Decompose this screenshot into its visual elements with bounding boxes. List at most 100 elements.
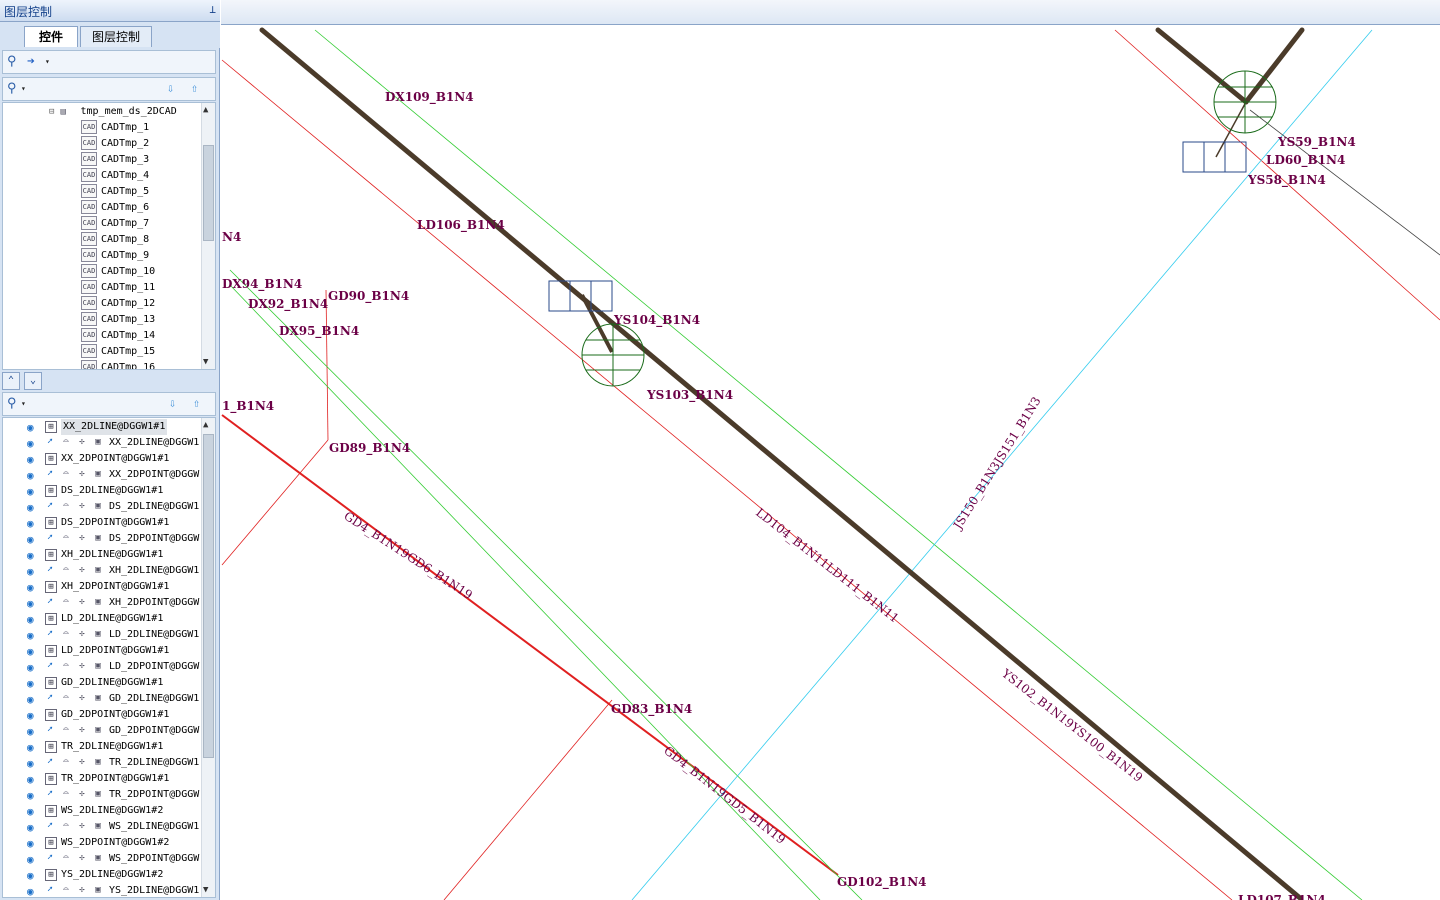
- expand-down-button[interactable]: ⌄: [24, 372, 42, 390]
- visibility-eye-icon[interactable]: ◉: [27, 756, 34, 772]
- layer-type-icon[interactable]: ▣: [93, 661, 103, 671]
- tree-item[interactable]: CAD CADTmp_2: [81, 136, 149, 152]
- tree-item[interactable]: CAD CADTmp_5: [81, 184, 149, 200]
- map-canvas[interactable]: DX109_B1N4 LD106_B1N4 N4 DX94_B1N4 DX92_B1N4…: [221, 25, 1440, 900]
- scroll-up-icon[interactable]: ▲: [203, 420, 208, 430]
- select-icon[interactable]: ➚: [45, 565, 55, 575]
- visibility-eye-icon[interactable]: ◉: [27, 596, 34, 612]
- edit-node-icon[interactable]: ✢: [77, 565, 87, 575]
- edit-node-icon[interactable]: ✢: [77, 853, 87, 863]
- move-up-icon[interactable]: ⇧: [191, 81, 198, 95]
- visibility-eye-icon[interactable]: ◉: [27, 516, 34, 532]
- visibility-eye-icon[interactable]: ◉: [27, 484, 34, 500]
- layer-row[interactable]: ◉ ⊞ DS_2DLINE@DGGW1#1: [3, 483, 201, 499]
- tree-item[interactable]: CAD CADTmp_3: [81, 152, 149, 168]
- chevron-down-icon[interactable]: ▾: [45, 57, 50, 66]
- visibility-eye-icon[interactable]: ◉: [27, 468, 34, 484]
- scroll-down-icon[interactable]: ▼: [203, 357, 208, 367]
- move-down-icon[interactable]: ⇩: [169, 396, 176, 410]
- layer-type-icon[interactable]: ▣: [93, 693, 103, 703]
- select-icon[interactable]: ➚: [45, 661, 55, 671]
- search-icon[interactable]: ⚲: [7, 396, 17, 412]
- layer-row[interactable]: ◉ ⊞ TR_2DLINE@DGGW1#1: [3, 739, 201, 755]
- layer-type-icon[interactable]: ▣: [93, 885, 103, 895]
- layer-row[interactable]: ◉ ➚ ⌓ ✢ ▣ DS_2DPOINT@DGGW: [3, 531, 201, 547]
- select-icon[interactable]: ➚: [45, 533, 55, 543]
- edit-node-icon[interactable]: ✢: [77, 885, 87, 895]
- pin-icon[interactable]: ⊥: [209, 3, 216, 16]
- select-icon[interactable]: ➚: [45, 757, 55, 767]
- tree-item[interactable]: CAD CADTmp_13: [81, 312, 155, 328]
- layer-row[interactable]: ◉ ➚ ⌓ ✢ ▣ WS_2DPOINT@DGGW: [3, 851, 201, 867]
- layer-row[interactable]: ◉ ⊞ WS_2DLINE@DGGW1#2: [3, 803, 201, 819]
- tab-controls[interactable]: 控件: [24, 26, 78, 47]
- layer-row[interactable]: ◉ ⊞ TR_2DPOINT@DGGW1#1: [3, 771, 201, 787]
- select-icon[interactable]: ➚: [45, 821, 55, 831]
- edit-node-icon[interactable]: ✢: [77, 469, 87, 479]
- visibility-eye-icon[interactable]: ◉: [27, 852, 34, 868]
- scroll-down-icon[interactable]: ▼: [203, 885, 208, 895]
- layer-type-icon[interactable]: ▣: [93, 501, 103, 511]
- layer-row[interactable]: ◉ ⊞ GD_2DLINE@DGGW1#1: [3, 675, 201, 691]
- select-icon[interactable]: ➚: [45, 789, 55, 799]
- select-icon[interactable]: ➚: [45, 501, 55, 511]
- snap-icon[interactable]: ⌓: [61, 757, 71, 767]
- tree-item[interactable]: CAD CADTmp_4: [81, 168, 149, 184]
- visibility-eye-icon[interactable]: ◉: [27, 436, 34, 452]
- tree-item[interactable]: CAD CADTmp_6: [81, 200, 149, 216]
- layer-row[interactable]: ◉ ➚ ⌓ ✢ ▣ LD_2DPOINT@DGGW: [3, 659, 201, 675]
- visibility-eye-icon[interactable]: ◉: [27, 820, 34, 836]
- layer-type-icon[interactable]: ▣: [93, 789, 103, 799]
- visibility-eye-icon[interactable]: ◉: [27, 692, 34, 708]
- layer-row[interactable]: ◉ ➚ ⌓ ✢ ▣ XH_2DLINE@DGGW1: [3, 563, 201, 579]
- snap-icon[interactable]: ⌓: [61, 437, 71, 447]
- layer-type-icon[interactable]: ▣: [93, 725, 103, 735]
- layer-row[interactable]: ◉ ➚ ⌓ ✢ ▣ TR_2DPOINT@DGGW: [3, 787, 201, 803]
- move-down-icon[interactable]: ⇩: [167, 81, 174, 95]
- layer-type-icon[interactable]: ▣: [93, 629, 103, 639]
- tree-item[interactable]: CAD CADTmp_7: [81, 216, 149, 232]
- edit-node-icon[interactable]: ✢: [77, 437, 87, 447]
- snap-icon[interactable]: ⌓: [61, 661, 71, 671]
- visibility-eye-icon[interactable]: ◉: [27, 708, 34, 724]
- visibility-eye-icon[interactable]: ◉: [27, 532, 34, 548]
- edit-node-icon[interactable]: ✢: [77, 501, 87, 511]
- snap-icon[interactable]: ⌓: [61, 821, 71, 831]
- snap-icon[interactable]: ⌓: [61, 693, 71, 703]
- visibility-eye-icon[interactable]: ◉: [27, 420, 34, 436]
- snap-icon[interactable]: ⌓: [61, 565, 71, 575]
- tree-item[interactable]: CAD CADTmp_16: [81, 360, 155, 369]
- layer-type-icon[interactable]: ▣: [93, 533, 103, 543]
- visibility-eye-icon[interactable]: ◉: [27, 788, 34, 804]
- select-icon[interactable]: ➚: [45, 853, 55, 863]
- search-icon[interactable]: ⚲: [7, 81, 17, 97]
- visibility-eye-icon[interactable]: ◉: [27, 868, 34, 884]
- visibility-eye-icon[interactable]: ◉: [27, 836, 34, 852]
- layer-type-icon[interactable]: ▣: [93, 437, 103, 447]
- snap-icon[interactable]: ⌓: [61, 469, 71, 479]
- tree-scrollbar[interactable]: ▲ ▼: [201, 103, 215, 369]
- layer-row[interactable]: ◉ ⊞ XH_2DLINE@DGGW1#1: [3, 547, 201, 563]
- snap-icon[interactable]: ⌓: [61, 533, 71, 543]
- layer-type-icon[interactable]: ▣: [93, 757, 103, 767]
- tree-item[interactable]: CAD CADTmp_14: [81, 328, 155, 344]
- visibility-eye-icon[interactable]: ◉: [27, 772, 34, 788]
- layer-row[interactable]: ◉ ➚ ⌓ ✢ ▣ YS_2DLINE@DGGW1: [3, 883, 201, 897]
- visibility-eye-icon[interactable]: ◉: [27, 660, 34, 676]
- visibility-eye-icon[interactable]: ◉: [27, 740, 34, 756]
- collapse-up-button[interactable]: ⌃: [2, 372, 20, 390]
- chevron-down-icon[interactable]: ▾: [21, 399, 26, 408]
- layer-row[interactable]: ◉ ➚ ⌓ ✢ ▣ GD_2DLINE@DGGW1: [3, 691, 201, 707]
- layer-row[interactable]: ◉ ➚ ⌓ ✢ ▣ XX_2DLINE@DGGW1: [3, 435, 201, 451]
- snap-icon[interactable]: ⌓: [61, 725, 71, 735]
- select-icon[interactable]: ➚: [45, 725, 55, 735]
- edit-node-icon[interactable]: ✢: [77, 661, 87, 671]
- layer-row[interactable]: ◉ ➚ ⌓ ✢ ▣ TR_2DLINE@DGGW1: [3, 755, 201, 771]
- layer-row[interactable]: ◉ ⊞ WS_2DPOINT@DGGW1#2: [3, 835, 201, 851]
- select-icon[interactable]: ➚: [45, 469, 55, 479]
- snap-icon[interactable]: ⌓: [61, 597, 71, 607]
- visibility-eye-icon[interactable]: ◉: [27, 804, 34, 820]
- layer-row[interactable]: ◉ ⊞ DS_2DPOINT@DGGW1#1: [3, 515, 201, 531]
- edit-node-icon[interactable]: ✢: [77, 757, 87, 767]
- go-arrow-icon[interactable]: ➔: [27, 54, 35, 70]
